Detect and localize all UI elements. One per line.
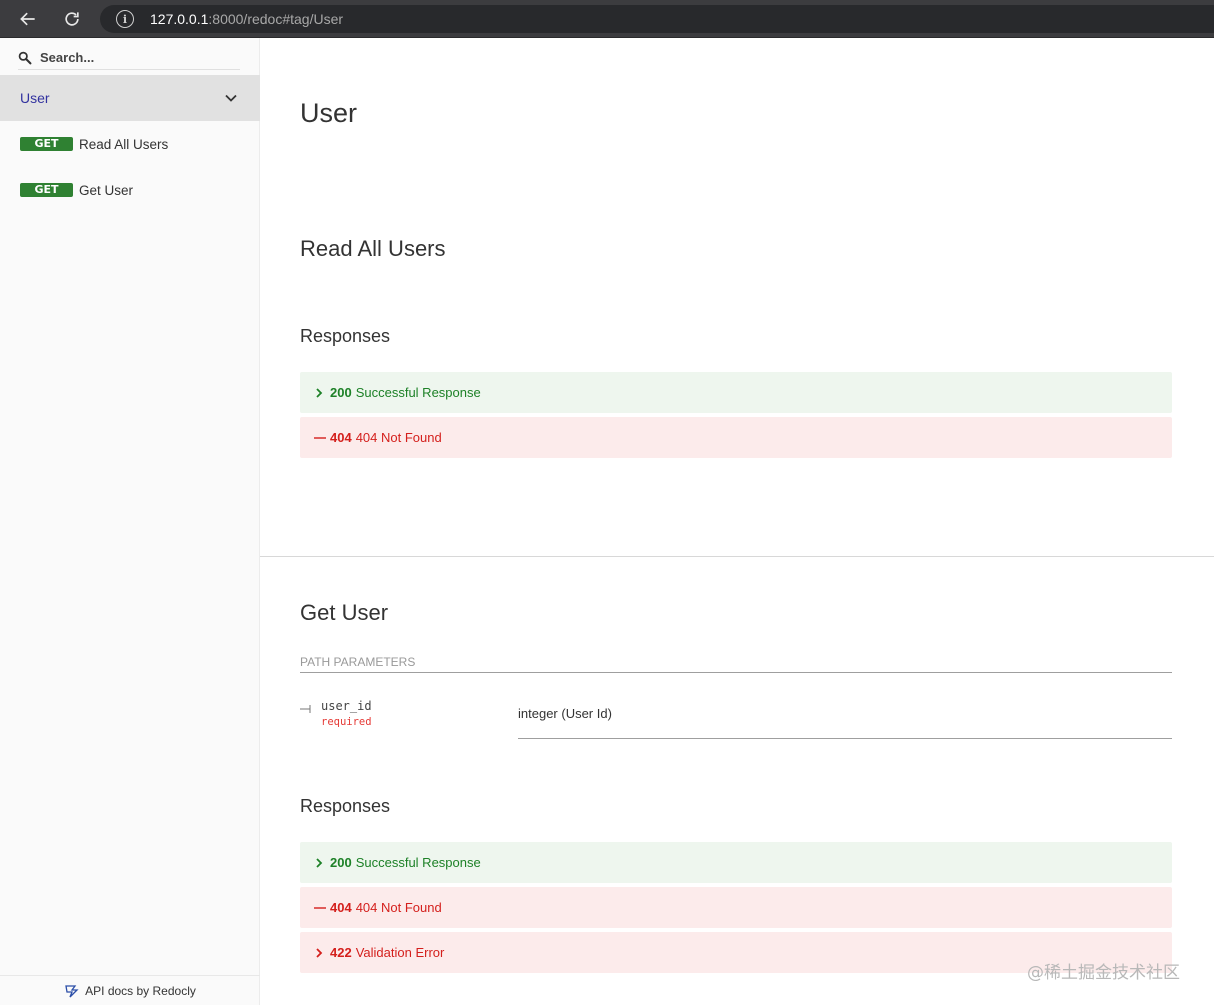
sidebar-item-get-user[interactable]: GET Get User: [0, 167, 260, 213]
page-title: User: [300, 98, 358, 128]
response-description: 404 Not Found: [355, 430, 442, 445]
response-404[interactable]: 404 404 Not Found: [300, 417, 1172, 458]
response-description: Successful Response: [355, 385, 481, 400]
url-text: 127.0.0.1:8000/redoc#tag/User: [150, 11, 343, 27]
operation-title: Get User: [300, 600, 389, 625]
parameter-required: required: [321, 716, 372, 728]
watermark: @稀土掘金技术社区: [1027, 963, 1180, 983]
footer-text: API docs by Redocly: [85, 983, 196, 998]
sidebar-item-user[interactable]: User: [0, 75, 260, 121]
response-code: 404: [330, 430, 352, 445]
sidebar-item-label: Read All Users: [79, 136, 169, 152]
info-icon[interactable]: i: [116, 10, 134, 28]
response-code: 422: [330, 945, 352, 960]
url-path: :8000/redoc#tag/User: [208, 11, 344, 27]
http-method-badge: GET: [20, 137, 73, 151]
sidebar: User GET Read All Users GET Get User API…: [0, 38, 260, 1005]
sidebar-item-label: Get User: [79, 182, 134, 198]
parameter-row: user_id required integer (User Id): [300, 698, 1172, 740]
address-bar[interactable]: i 127.0.0.1:8000/redoc#tag/User: [100, 5, 1214, 33]
response-200[interactable]: 200 Successful Response: [300, 842, 1172, 883]
search-icon: [18, 51, 32, 64]
chevron-down-icon: [225, 94, 237, 102]
sidebar-item-read-all-users[interactable]: GET Read All Users: [0, 121, 260, 167]
response-description: Validation Error: [355, 945, 445, 960]
url-host: 127.0.0.1: [150, 11, 209, 27]
sidebar-footer: API docs by Redocly: [0, 975, 260, 1005]
chevron-right-icon: [314, 387, 326, 399]
section-divider: [260, 556, 1214, 557]
tree-connector-icon: [300, 705, 311, 713]
response-code: 404: [330, 900, 352, 915]
chevron-right-icon: [314, 947, 326, 959]
response-code: 200: [330, 855, 352, 870]
operation-title: Read All Users: [300, 236, 446, 261]
path-parameters-heading: PATH PARAMETERS: [300, 655, 1172, 673]
responses-heading: Responses: [300, 326, 391, 346]
response-description: Successful Response: [355, 855, 481, 870]
search-input[interactable]: [40, 50, 220, 65]
chevron-right-icon: [314, 857, 326, 869]
sidebar-item-label: User: [20, 90, 50, 106]
dash-icon: [314, 902, 326, 914]
main-content: User Read All Users Responses 200 Succes…: [260, 38, 1214, 1005]
dash-icon: [314, 432, 326, 444]
redocly-link[interactable]: API docs by Redocly: [64, 983, 196, 999]
reload-button[interactable]: [60, 7, 84, 31]
browser-toolbar: i 127.0.0.1:8000/redoc#tag/User: [0, 0, 1214, 38]
http-method-badge: GET: [20, 183, 73, 197]
response-200[interactable]: 200 Successful Response: [300, 372, 1172, 413]
reload-icon: [65, 12, 79, 26]
redocly-logo-icon: [65, 984, 79, 997]
response-404[interactable]: 404 404 Not Found: [300, 887, 1172, 928]
parameter-name: user_id: [321, 699, 372, 713]
arrow-left-icon: [20, 12, 35, 26]
back-button[interactable]: [16, 7, 40, 31]
parameter-type: integer (User Id): [518, 706, 1172, 739]
responses-heading: Responses: [300, 796, 391, 816]
response-description: 404 Not Found: [355, 900, 442, 915]
response-code: 200: [330, 385, 352, 400]
search-box: [18, 46, 240, 70]
